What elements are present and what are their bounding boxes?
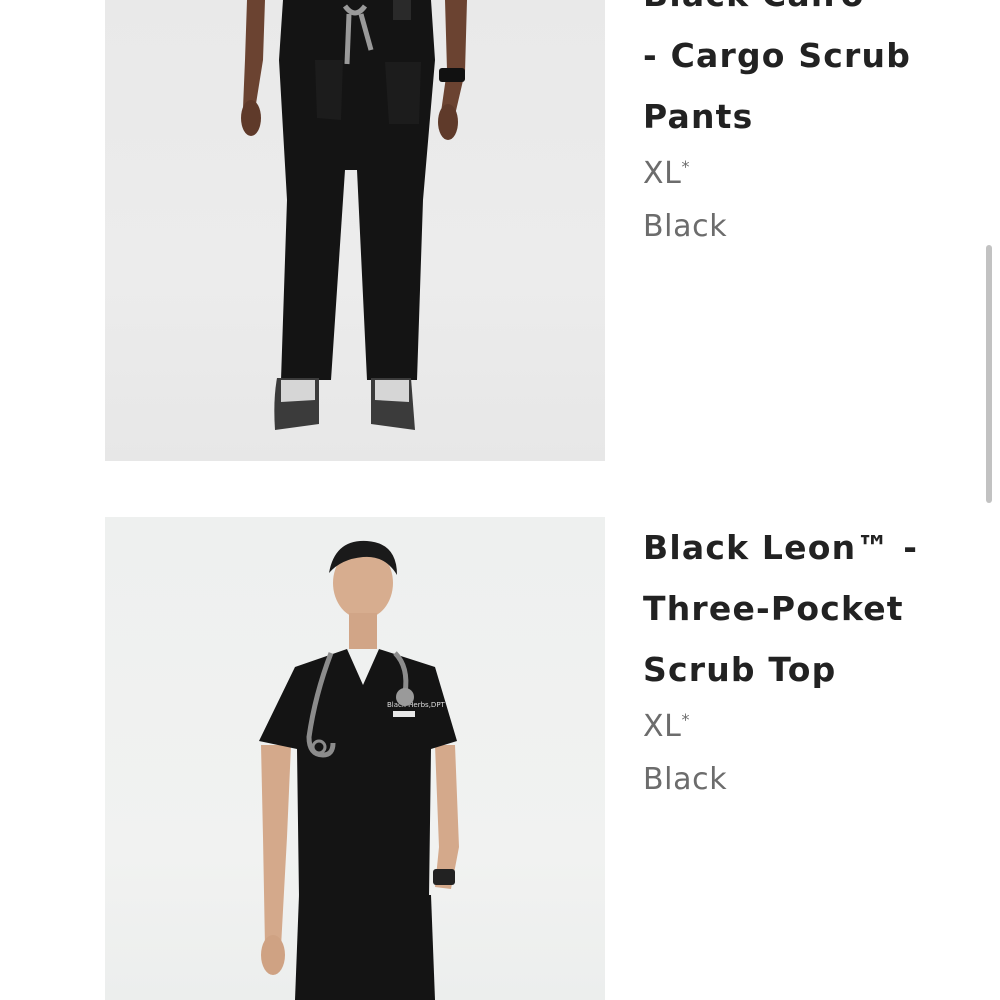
name-badge-text: Black Herbs,DPT	[387, 701, 446, 709]
product-card-scrub-top[interactable]: Black Herbs,DPT Black Leon™ - Three-Pock…	[0, 517, 1000, 1000]
product-size: XL*	[643, 156, 691, 191]
model-top-illustration: Black Herbs,DPT	[259, 540, 459, 1000]
product-card-cargo-pants[interactable]: Black Cairo™ - Cargo Scrub Pants XL* Bla…	[0, 0, 1000, 462]
size-marker: *	[681, 157, 691, 176]
size-marker: *	[681, 710, 691, 729]
product-title[interactable]: Black Leon™ - Three-Pocket Scrub Top	[643, 517, 963, 700]
product-info-scrub-top: Black Leon™ - Three-Pocket Scrub Top XL*…	[643, 517, 963, 806]
product-image-scrub-top[interactable]: Black Herbs,DPT	[105, 517, 605, 1000]
product-info-cargo-pants: Black Cairo™ - Cargo Scrub Pants XL* Bla…	[643, 0, 963, 253]
product-size: XL*	[643, 709, 691, 744]
product-color: Black	[643, 762, 728, 797]
product-color: Black	[643, 209, 728, 244]
product-title[interactable]: Black Cairo™ - Cargo Scrub Pants	[643, 0, 963, 147]
scrollbar-thumb[interactable]	[986, 245, 992, 503]
model-pants-illustration	[241, 0, 467, 430]
product-image-cargo-pants[interactable]	[105, 0, 605, 461]
